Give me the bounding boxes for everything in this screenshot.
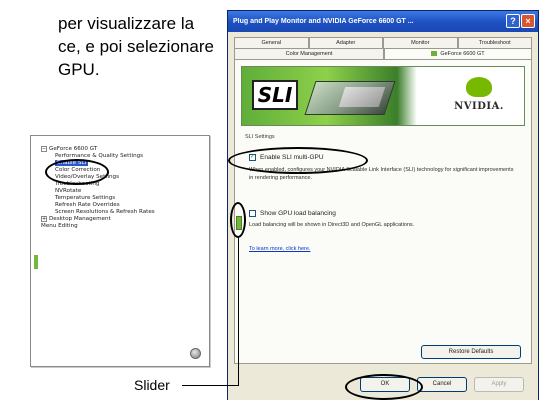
tab-strip: General Adapter Monitor Troubleshoot Col… bbox=[234, 37, 532, 59]
tree-item[interactable]: Menu Editing bbox=[41, 223, 155, 230]
tree-item[interactable]: − GeForce 6600 GT bbox=[41, 146, 155, 153]
expand-icon[interactable]: + bbox=[41, 216, 47, 222]
geforce-settings-panel: SLI NVIDIA. SLI Settings ✓ Enable SLI mu… bbox=[234, 59, 532, 364]
tree-item-label: Video/Overlay Settings bbox=[55, 174, 120, 180]
tree-item[interactable]: Troubleshooting bbox=[41, 181, 155, 188]
nvidia-logo: NVIDIA. bbox=[444, 75, 514, 119]
slider-leader-horizontal bbox=[182, 385, 239, 386]
tree-item-label: NVRotate bbox=[55, 188, 82, 194]
nvidia-eye-icon bbox=[466, 77, 492, 97]
enable-sli-label: Enable SLI multi-GPU bbox=[260, 154, 324, 161]
tree-item[interactable]: NVRotate bbox=[41, 188, 155, 195]
close-button[interactable]: × bbox=[521, 14, 535, 28]
display-properties-dialog: Plug and Play Monitor and NVIDIA GeForce… bbox=[227, 10, 539, 400]
tree-item[interactable]: + Desktop Management bbox=[41, 216, 155, 223]
instruction-text: per visualizzare la ce, e poi selezionar… bbox=[58, 12, 228, 81]
collapse-icon[interactable]: − bbox=[41, 146, 47, 152]
slider-leader-vertical bbox=[238, 236, 239, 386]
geforce-tab-icon bbox=[431, 51, 438, 57]
tab-row-1: General Adapter Monitor Troubleshoot bbox=[234, 37, 532, 48]
instruction-line-2: ce, e poi selezionare bbox=[58, 37, 214, 56]
nvidia-help-icon[interactable] bbox=[190, 348, 201, 359]
load-balancing-description: Load balancing will be shown in Direct3D… bbox=[249, 222, 415, 228]
tab-general[interactable]: General bbox=[234, 37, 309, 48]
ok-button[interactable]: OK bbox=[360, 377, 410, 392]
tab-geforce-label: GeForce 6600 GT bbox=[440, 51, 485, 57]
tab-troubleshoot[interactable]: Troubleshoot bbox=[457, 37, 532, 48]
tree-item[interactable]: Video/Overlay Settings bbox=[41, 174, 155, 181]
tree-item-label: Screen Resolutions & Refresh Rates bbox=[55, 209, 155, 215]
nvidia-settings-tree-panel: − GeForce 6600 GT Performance & Quality Se… bbox=[30, 135, 210, 367]
tree-item-label: Performance & Quality Settings bbox=[55, 153, 144, 159]
slider-caption: Slider bbox=[134, 377, 170, 393]
tree-item[interactable]: Color Correction bbox=[41, 167, 155, 174]
tree-item-label: Enable SLI bbox=[55, 160, 89, 166]
nvidia-logo-text: NVIDIA. bbox=[454, 101, 504, 112]
tree-slider-handle[interactable] bbox=[34, 255, 38, 269]
tab-geforce[interactable]: GeForce 6600 GT bbox=[384, 48, 532, 59]
tree-item[interactable]: Screen Resolutions & Refresh Rates bbox=[41, 209, 155, 216]
instruction-line-3: GPU. bbox=[58, 60, 100, 79]
sli-logo: SLI bbox=[252, 80, 298, 110]
slider-handle[interactable] bbox=[236, 216, 242, 230]
graphics-card-image-2 bbox=[338, 87, 386, 107]
tree-item-label: Refresh Rate Overrides bbox=[55, 202, 120, 208]
settings-tree: − GeForce 6600 GT Performance & Quality Se… bbox=[41, 146, 155, 230]
tree-item-label: Color Correction bbox=[55, 167, 101, 173]
tree-item[interactable]: Temperature Settings bbox=[41, 195, 155, 202]
tree-item[interactable]: Performance & Quality Settings bbox=[41, 153, 155, 160]
learn-more-link[interactable]: To learn more, click here. bbox=[249, 246, 310, 252]
enable-sli-checkbox[interactable]: ✓ bbox=[249, 154, 256, 161]
enable-sli-checkbox-row[interactable]: ✓ Enable SLI multi-GPU bbox=[249, 154, 324, 161]
enable-sli-description: When enabled, configures your NVIDIA Sca… bbox=[249, 167, 514, 181]
restore-defaults-button[interactable]: Restore Defaults bbox=[421, 345, 521, 359]
dialog-titlebar: Plug and Play Monitor and NVIDIA GeForce… bbox=[228, 11, 538, 32]
help-button[interactable]: ? bbox=[506, 14, 520, 28]
tree-item-label: Desktop Management bbox=[49, 216, 111, 222]
apply-button[interactable]: Apply bbox=[474, 377, 524, 392]
dialog-title: Plug and Play Monitor and NVIDIA GeForce… bbox=[233, 18, 414, 25]
load-balancing-checkbox-row[interactable]: Show GPU load balancing bbox=[249, 210, 336, 217]
tab-monitor[interactable]: Monitor bbox=[383, 37, 458, 48]
sli-settings-label: SLI Settings bbox=[245, 134, 275, 140]
load-balancing-label: Show GPU load balancing bbox=[260, 210, 336, 217]
tree-item-label: Temperature Settings bbox=[55, 195, 116, 201]
tab-row-2: Color Management GeForce 6600 GT bbox=[234, 48, 532, 59]
tree-item[interactable]: Enable SLI bbox=[41, 160, 155, 167]
tree-item-label: GeForce 6600 GT bbox=[49, 146, 98, 152]
tree-item[interactable]: Refresh Rate Overrides bbox=[41, 202, 155, 209]
instruction-line-1: per visualizzare la bbox=[58, 14, 195, 33]
tree-item-label: Menu Editing bbox=[41, 223, 78, 229]
cancel-button[interactable]: Cancel bbox=[417, 377, 467, 392]
sli-banner: SLI NVIDIA. bbox=[241, 66, 525, 126]
load-balancing-checkbox[interactable] bbox=[249, 210, 256, 217]
tab-adapter[interactable]: Adapter bbox=[308, 37, 383, 48]
tab-color-management[interactable]: Color Management bbox=[234, 48, 384, 59]
tree-item-label: Troubleshooting bbox=[55, 181, 100, 187]
